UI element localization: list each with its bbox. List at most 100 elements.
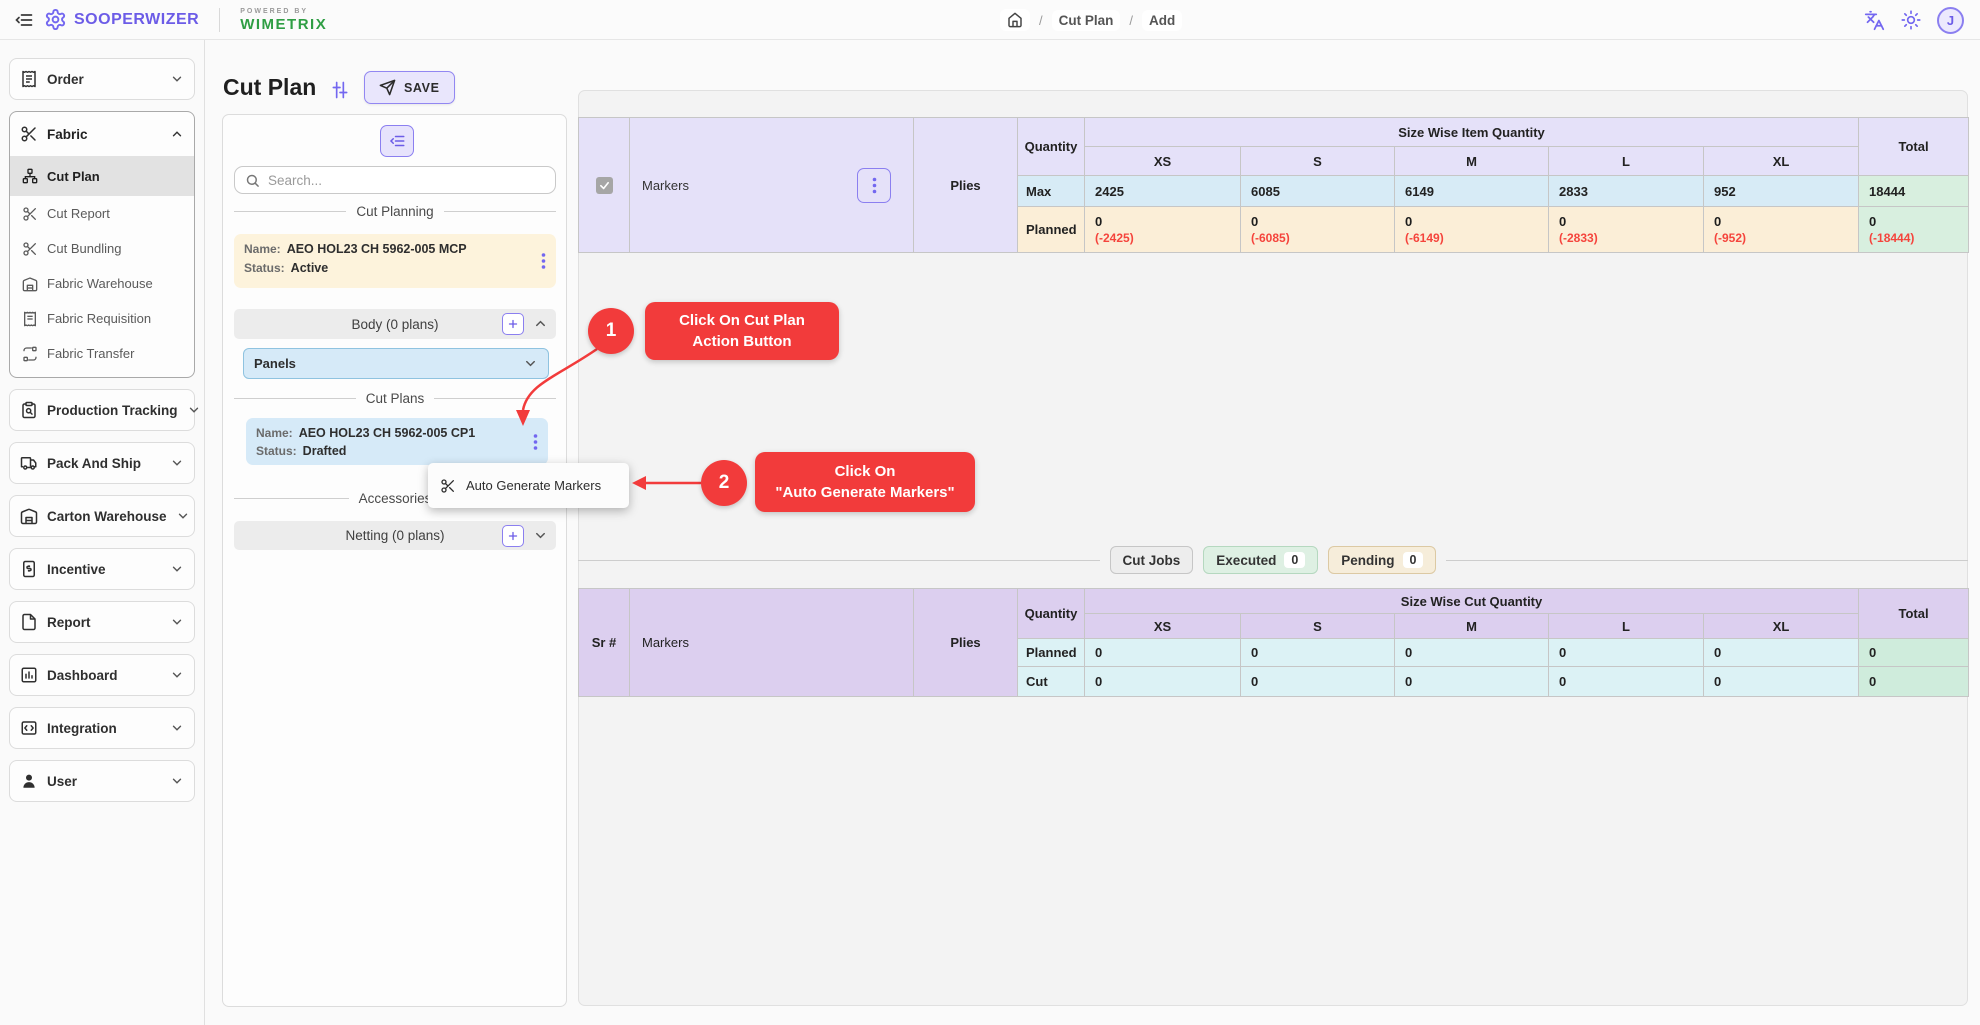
powered-by-logo: POWERED BY WIMETRIX [240, 8, 327, 32]
quantity-header-cell: Quantity [1018, 589, 1085, 639]
brand-logo[interactable]: SOOPERWIZER [44, 8, 199, 31]
executed-chip[interactable]: Executed 0 [1203, 546, 1318, 574]
planned-row-label: Planned [1018, 207, 1085, 253]
sidebar-item-carton-warehouse[interactable]: Carton Warehouse [9, 495, 195, 537]
scissors-icon [22, 206, 38, 222]
cut-plan-icon [22, 168, 38, 184]
dollar-document-icon [20, 560, 38, 578]
sidebar-item-fabric-transfer[interactable]: Fabric Transfer [10, 336, 194, 371]
breadcrumb-add[interactable]: Add [1142, 10, 1182, 31]
max-xs: 2425 [1085, 176, 1241, 207]
menu-fold-icon[interactable] [14, 10, 34, 30]
pending-chip[interactable]: Pending 0 [1328, 546, 1436, 574]
cut-quantity-table: Sr # Markers Plies Quantity Size Wise Cu… [578, 588, 1969, 697]
bar-chart-icon [20, 666, 38, 684]
sidebar-item-report[interactable]: Report [9, 601, 195, 643]
chevron-down-icon [170, 456, 184, 470]
breadcrumb-separator: / [1039, 13, 1043, 28]
truck-icon [20, 454, 38, 472]
planned-total-delta: (-18444) [1859, 231, 1968, 245]
chevron-down-icon [176, 509, 190, 523]
divider-line [1446, 560, 1968, 561]
cut-plan-card[interactable]: Name:AEO HOL23 CH 5962-005 CP1 Status:Dr… [246, 418, 548, 465]
chevron-down-icon [170, 774, 184, 788]
sidebar-item-pack-and-ship[interactable]: Pack And Ship [9, 442, 195, 484]
size-wise-item-quantity-header: Size Wise Item Quantity [1085, 118, 1859, 147]
sidebar-item-integration[interactable]: Integration [9, 707, 195, 749]
search-input[interactable] [268, 173, 545, 188]
breadcrumb-home[interactable] [1000, 9, 1030, 31]
breadcrumb-cut-plan[interactable]: Cut Plan [1052, 10, 1121, 31]
filter-sliders-icon[interactable] [330, 80, 350, 100]
add-netting-plan-button[interactable] [502, 525, 524, 547]
chevron-up-icon [170, 127, 184, 141]
planned-m: 0 [1395, 214, 1548, 229]
cut-jobs-bar: Cut Jobs Executed 0 Pending 0 [578, 546, 1968, 574]
size-header-xs: XS [1085, 147, 1241, 176]
size-header-xl: XL [1704, 614, 1859, 639]
cut-plans-divider: Cut Plans [234, 391, 556, 406]
collapse-panel-button[interactable] [380, 125, 414, 157]
add-body-plan-button[interactable] [502, 313, 524, 335]
annotation-step-2-badge: 2 [701, 460, 747, 506]
warehouse-icon [22, 276, 38, 292]
sidebar-item-cut-bundling[interactable]: Cut Bundling [10, 231, 194, 266]
cut-m: 0 [1395, 667, 1549, 697]
cut-planned-m: 0 [1395, 639, 1549, 667]
cut-l: 0 [1549, 667, 1704, 697]
page-title: Cut Plan [223, 74, 316, 101]
chevron-down-icon[interactable] [533, 528, 548, 543]
scissors-icon [22, 241, 38, 257]
planned-total: 0 [1859, 214, 1968, 229]
item-quantity-table: Markers Plies Quantity Size Wise Item Qu… [578, 117, 1969, 253]
cut-jobs-chip[interactable]: Cut Jobs [1110, 546, 1194, 574]
sidebar-item-fabric-warehouse[interactable]: Fabric Warehouse [10, 266, 194, 301]
sidebar-group-fabric: Fabric Cut Plan Cut Report Cut Bundling [9, 111, 195, 378]
cut-row-label: Cut [1018, 667, 1085, 697]
sidebar-item-dashboard[interactable]: Dashboard [9, 654, 195, 696]
quantity-header-cell: Quantity [1018, 118, 1085, 176]
planned-s-delta: (-6085) [1241, 231, 1394, 245]
markers-header-cell: Markers [630, 589, 914, 697]
user-icon [20, 772, 38, 790]
markers-checkbox[interactable] [596, 177, 613, 194]
cut-s: 0 [1241, 667, 1395, 697]
sidebar-item-incentive[interactable]: Incentive [9, 548, 195, 590]
save-button[interactable]: SAVE [364, 71, 455, 104]
theme-sun-icon[interactable] [1901, 10, 1921, 30]
context-menu-auto-generate-markers[interactable]: Auto Generate Markers [428, 463, 629, 508]
code-icon [20, 719, 38, 737]
search-box [234, 166, 556, 194]
select-all-cell [579, 118, 630, 253]
sidebar-item-fabric[interactable]: Fabric [10, 112, 194, 156]
max-m: 6149 [1395, 176, 1549, 207]
cut-planned-total: 0 [1859, 639, 1969, 667]
breadcrumb: / Cut Plan / Add [1000, 0, 1182, 40]
sidebar-item-cut-plan[interactable]: Cut Plan [10, 156, 194, 196]
max-xl: 952 [1704, 176, 1859, 207]
home-icon [1007, 12, 1023, 28]
gear-logo-icon [44, 8, 67, 31]
planned-s: 0 [1241, 214, 1394, 229]
planned-m-delta: (-6149) [1395, 231, 1548, 245]
chevron-down-icon [170, 615, 184, 629]
more-options-icon[interactable] [541, 253, 546, 270]
brand-name: SOOPERWIZER [74, 11, 199, 29]
sr-header-cell: Sr # [579, 589, 630, 697]
max-s: 6085 [1241, 176, 1395, 207]
sidebar-item-label: Fabric [47, 127, 161, 142]
sidebar-item-fabric-requisition[interactable]: Fabric Requisition [10, 301, 194, 336]
chevron-up-icon[interactable] [533, 316, 548, 331]
cut-plan-action-button[interactable] [533, 433, 538, 450]
markers-more-options-button[interactable] [857, 168, 891, 203]
sidebar: Order Fabric Cut Plan Cut Report [0, 40, 205, 1025]
sidebar-item-production-tracking[interactable]: Production Tracking [9, 389, 195, 431]
panels-dropdown[interactable]: Panels [243, 348, 549, 379]
sidebar-item-order[interactable]: Order [9, 58, 195, 100]
sidebar-item-cut-report[interactable]: Cut Report [10, 196, 194, 231]
cut-planned-l: 0 [1549, 639, 1704, 667]
sidebar-item-user[interactable]: User [9, 760, 195, 802]
cut-planning-card[interactable]: Name:AEO HOL23 CH 5962-005 MCP Status:Ac… [234, 234, 556, 288]
avatar[interactable]: J [1937, 7, 1964, 34]
translate-icon[interactable] [1864, 10, 1885, 31]
